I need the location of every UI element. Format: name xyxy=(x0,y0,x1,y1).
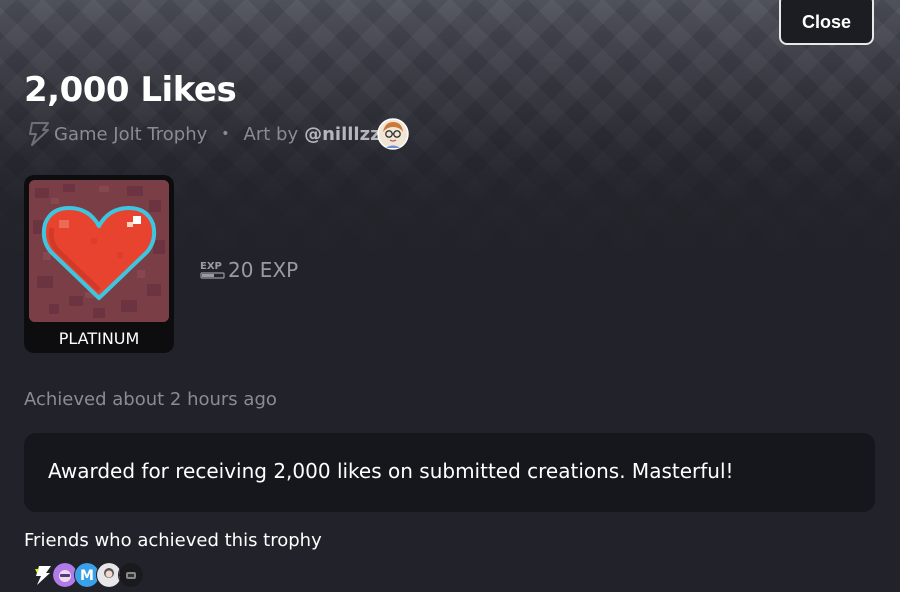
game-jolt-bolt-icon xyxy=(29,122,49,146)
friends-heading: Friends who achieved this trophy xyxy=(24,530,322,551)
trophy-card: PLATINUM xyxy=(24,175,174,353)
meta-separator: • xyxy=(221,126,230,142)
friend-avatar-dark[interactable] xyxy=(118,562,144,588)
trophy-title: 2,000 Likes xyxy=(24,70,237,110)
artist-avatar[interactable] xyxy=(376,118,409,150)
trophy-meta: Game Jolt Trophy • Art by @nilllzz xyxy=(26,117,409,151)
trophy-description: Awarded for receiving 2,000 likes on sub… xyxy=(24,433,875,512)
exp-reward: EXP 20 EXP xyxy=(200,258,298,282)
art-by-label: Art by xyxy=(243,123,299,145)
friends-avatar-list: M xyxy=(30,562,144,588)
artist-link[interactable]: @nilllzz xyxy=(304,124,380,145)
trophy-source: Game Jolt Trophy xyxy=(54,123,208,145)
exp-value: 20 EXP xyxy=(228,258,299,282)
achieved-time: Achieved about 2 hours ago xyxy=(24,389,277,410)
exp-icon: EXP xyxy=(200,261,225,279)
svg-text:M: M xyxy=(80,568,94,584)
close-button[interactable]: Close xyxy=(779,0,874,45)
trophy-image xyxy=(29,180,169,322)
trophy-tier: PLATINUM xyxy=(58,329,140,348)
heart-trophy-icon xyxy=(29,180,169,322)
svg-text:EXP: EXP xyxy=(200,261,222,272)
